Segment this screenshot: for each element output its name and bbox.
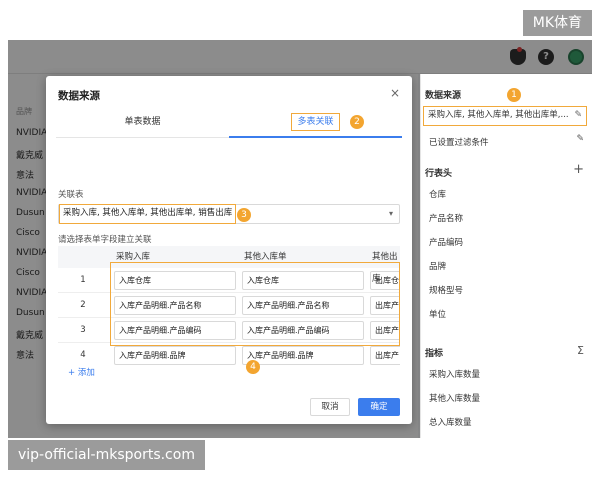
add-row-icon[interactable]: + — [573, 162, 584, 177]
edit-icon[interactable]: ✎ — [574, 107, 582, 124]
data-source-title: 数据来源 — [425, 91, 462, 101]
confirm-button[interactable]: 确定 — [358, 398, 400, 416]
badge-1: 1 — [507, 88, 521, 102]
row-item[interactable]: 产品名称 — [429, 212, 463, 224]
relation-value: 采购入库, 其他入库单, 其他出库单, 销售出库 — [59, 204, 237, 224]
chevron-down-icon[interactable]: ▾ — [389, 209, 393, 218]
field-select[interactable]: 入库产品明细.品牌 — [242, 346, 364, 365]
page: MK体育 ? 保存 品牌 NVIDIA 戴克威 意法 NVIDIA Dusun … — [0, 0, 600, 480]
tab-multi-table-label: 多表关联 — [291, 113, 340, 131]
top-band: MK体育 — [0, 0, 600, 40]
tab-single-table[interactable]: 单表数据 — [56, 106, 229, 138]
relation-select[interactable]: 采购入库, 其他入库单, 其他出库单, 销售出库 3 ▾ — [58, 204, 400, 224]
data-source-value: 采购入库, 其他入库单, 其他出库单,... — [428, 110, 569, 120]
row-item[interactable]: 规格型号 — [429, 284, 463, 296]
row-item[interactable]: 产品编码 — [429, 236, 463, 248]
filter-label[interactable]: 已设置过滤条件 — [429, 136, 489, 148]
modal-title: 数据来源 — [58, 90, 100, 102]
badge-4: 4 — [246, 360, 260, 374]
metrics-title: 指标 — [425, 349, 444, 359]
data-source-modal: 数据来源 × 单表数据 多表关联 2 关联表 采购入库, 其他入库单, 其他出库… — [46, 76, 412, 424]
badge-2: 2 — [350, 115, 364, 129]
watermark-bottom: vip-official-mksports.com — [8, 440, 205, 470]
add-row-button[interactable]: + 添加 — [68, 366, 95, 378]
row-number: 4 — [80, 350, 86, 360]
tab-multi-table[interactable]: 多表关联 — [229, 106, 402, 138]
filter-edit-icon[interactable]: ✎ — [576, 134, 584, 144]
badge-3: 3 — [237, 208, 251, 222]
modal-tabs: 单表数据 多表关联 2 — [56, 106, 402, 138]
right-panel: 数据来源 1 采购入库, 其他入库单, 其他出库单,... ✎ 已设置过滤条件 … — [420, 74, 592, 438]
row-header-title: 行表头 — [425, 169, 453, 179]
mapping-highlight — [110, 262, 400, 346]
table-row: 4 入库产品明细.品牌 入库产品明细.品牌 出库产 — [58, 343, 400, 366]
watermark-top: MK体育 — [522, 10, 592, 36]
cancel-button[interactable]: 取消 — [310, 398, 350, 416]
row-number: 1 — [80, 275, 86, 285]
row-item[interactable]: 仓库 — [429, 188, 446, 200]
mapping-label: 请选择表单字段建立关联 — [58, 235, 152, 245]
metric-item[interactable]: 总入库数量 — [429, 416, 472, 428]
field-select[interactable]: 出库产 — [370, 346, 400, 365]
sigma-icon[interactable]: Σ — [577, 344, 584, 357]
close-icon[interactable]: × — [390, 86, 400, 100]
field-select[interactable]: 入库产品明细.品牌 — [114, 346, 236, 365]
row-item[interactable]: 品牌 — [429, 260, 446, 272]
relation-label: 关联表 — [58, 190, 84, 200]
row-number: 3 — [80, 325, 86, 335]
metric-item[interactable]: 采购入库数量 — [429, 368, 480, 380]
data-source-field[interactable]: 采购入库, 其他入库单, 其他出库单,... ✎ — [423, 106, 587, 126]
metric-item[interactable]: 其他入库数量 — [429, 392, 480, 404]
row-number: 2 — [80, 300, 86, 310]
row-item[interactable]: 单位 — [429, 308, 446, 320]
